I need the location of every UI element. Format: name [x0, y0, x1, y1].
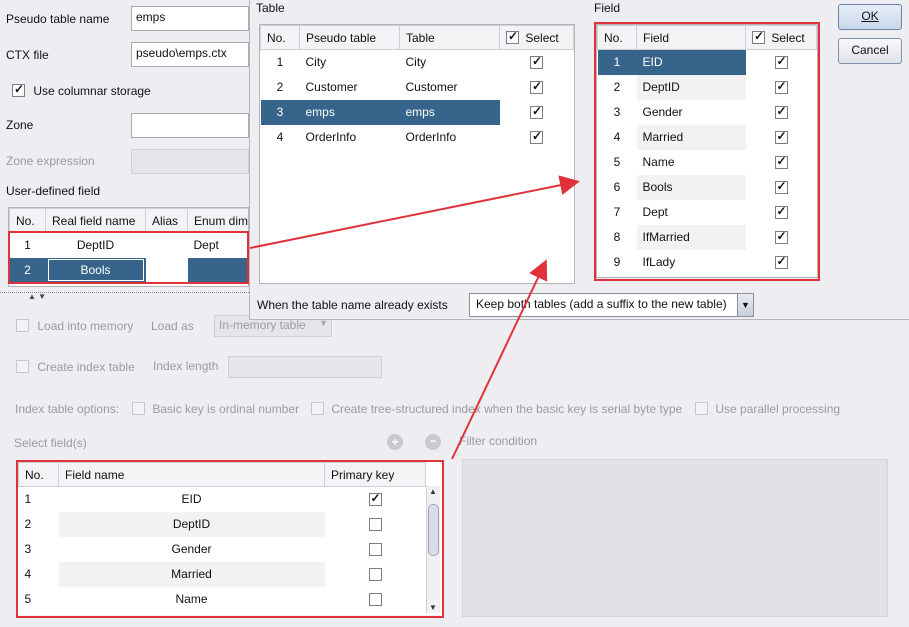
annotation-arrows: [249, 175, 580, 460]
arrow-to-field-list: [451, 259, 548, 460]
arrow-to-field-list: [249, 175, 580, 249]
